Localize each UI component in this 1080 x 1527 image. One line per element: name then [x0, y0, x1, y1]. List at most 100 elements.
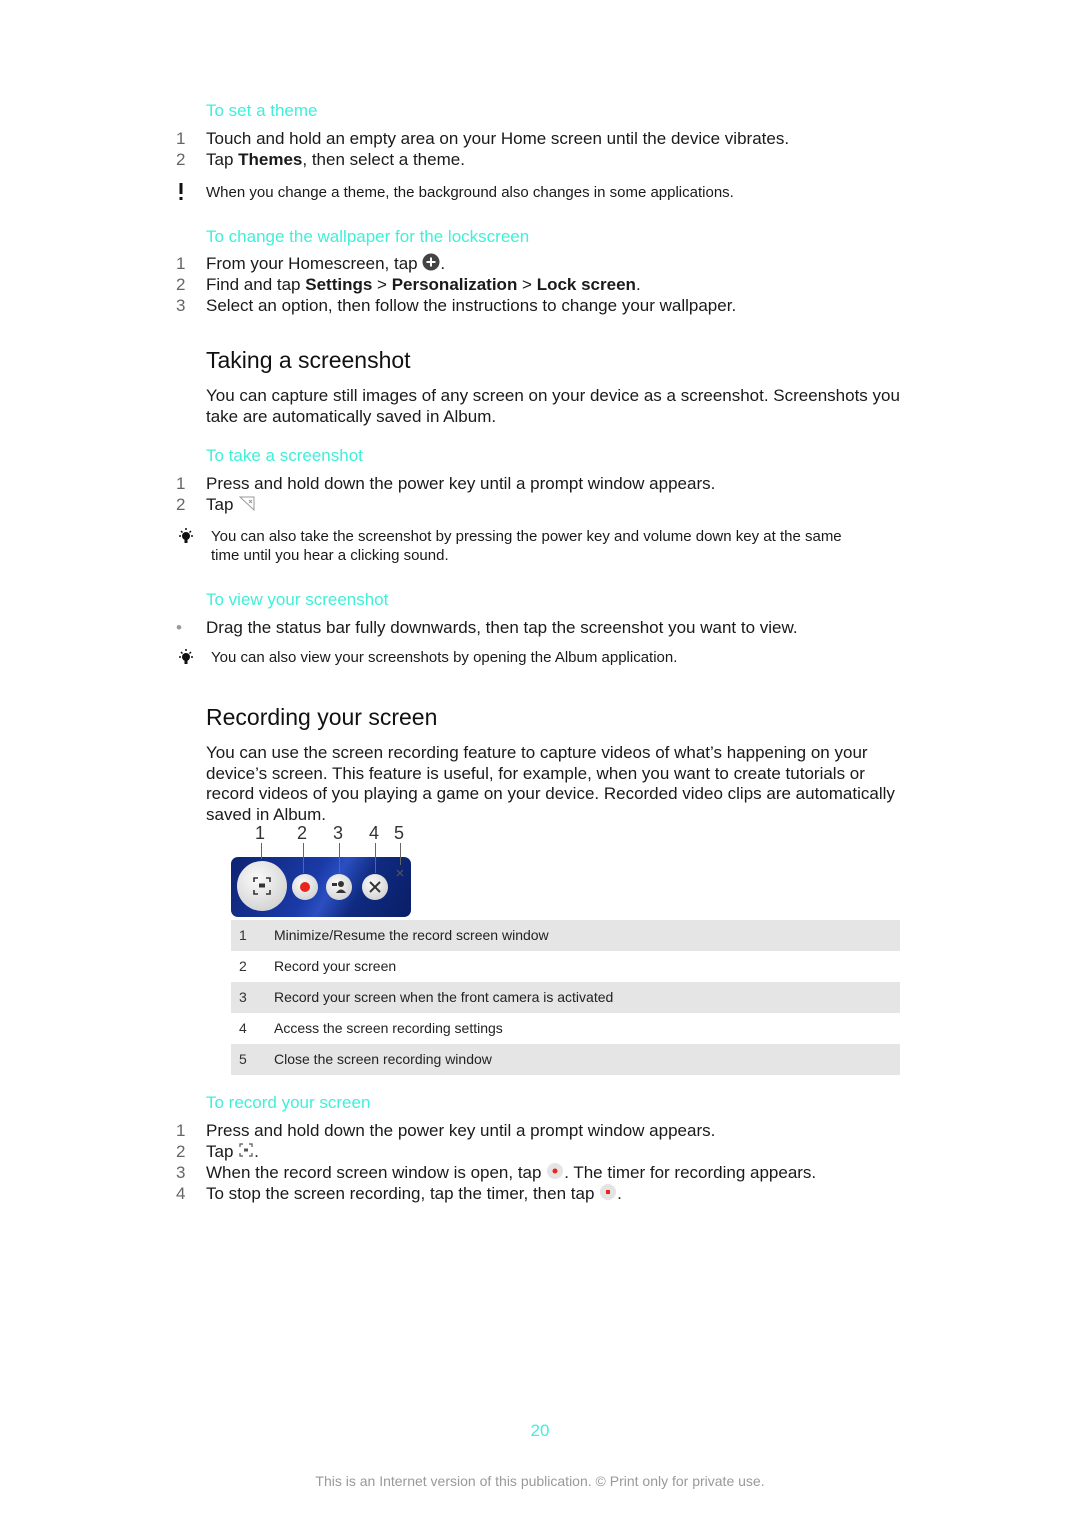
step-number: 3: [176, 1163, 186, 1182]
step-number: 2: [176, 1142, 186, 1161]
note-text: You can also take the screenshot by pres…: [211, 528, 842, 564]
legend-number: 3: [239, 989, 247, 1005]
step-text: When the record screen window is open, t…: [206, 1163, 547, 1182]
callout-number: 5: [394, 823, 405, 843]
step-text: Tap: [206, 495, 239, 514]
step-item: 2 Tap: [176, 494, 256, 517]
step-number: 1: [176, 1121, 186, 1140]
screenshot-icon: [238, 494, 256, 517]
step-item: 2 Find and tap Settings > Personalization…: [176, 274, 641, 295]
step-text: , then select a theme.: [302, 150, 465, 169]
bullet: •: [176, 618, 182, 637]
intro-paragraph: You can capture still images of any scre…: [206, 386, 900, 426]
step-number: 4: [176, 1184, 186, 1203]
step-number: 2: [176, 495, 186, 514]
tools-icon: [369, 881, 381, 893]
step-number: 2: [176, 150, 186, 169]
step-number: 1: [176, 254, 186, 273]
legend-number: 1: [239, 927, 247, 943]
step-item: 1 Press and hold down the power key until…: [176, 473, 715, 494]
note-text: When you change a theme, the background …: [206, 184, 734, 201]
tip-note: You can also take the screenshot by pres…: [176, 527, 896, 567]
ui-term-lock-screen: Lock screen: [536, 275, 636, 294]
recording-settings-button[interactable]: [362, 874, 388, 900]
legend-number: 2: [239, 958, 247, 974]
stop-icon: [599, 1183, 617, 1206]
step-text: .: [617, 1184, 622, 1203]
ui-term-personalization: Personalization: [391, 275, 518, 294]
legend-text: Minimize/Resume the record screen window: [274, 927, 549, 943]
subheading-record-screen: To record your screen: [206, 1093, 371, 1112]
step-text: Tap: [206, 150, 239, 169]
step-item: 1 Touch and hold an empty area on your Ho…: [176, 128, 789, 149]
callout-number: 2: [297, 823, 308, 843]
subheading-wallpaper: To change the wallpaper for the lockscre…: [206, 227, 530, 246]
step-text: To stop the screen recording, tap the ti…: [206, 1184, 600, 1203]
note-text: You can also view your screenshots by op…: [211, 649, 678, 666]
footer-notice: This is an Internet version of this publ…: [315, 1473, 765, 1489]
step-text: . The timer for recording appears.: [564, 1163, 817, 1182]
legend-number: 4: [239, 1020, 247, 1036]
legend-text: Access the screen recording settings: [274, 1020, 503, 1036]
front-camera-icon: [332, 881, 346, 893]
intro-paragraph: You can use the screen recording feature…: [206, 743, 895, 824]
step-number: 1: [176, 129, 186, 148]
exclamation-icon: [176, 183, 200, 208]
page-number: 20: [530, 1421, 550, 1440]
legend-row: 1 Minimize/Resume the record screen windo…: [231, 920, 900, 951]
step-text: Tap: [206, 1142, 239, 1161]
legend-row: 2 Record your screen: [231, 951, 900, 982]
subheading-take-screenshot: To take a screenshot: [206, 446, 363, 465]
bullet-item: • Drag the status bar fully downwards, th…: [176, 617, 798, 638]
step-item: 2 Tap .: [176, 1141, 259, 1163]
callout-number: 1: [255, 823, 266, 843]
ui-term-settings: Settings: [305, 275, 373, 294]
step-item: 1 From your Homescreen, tap .: [176, 253, 445, 276]
minimize-resume-button[interactable]: [237, 861, 287, 911]
step-number: 2: [176, 275, 186, 294]
legend-text: Record your screen: [274, 958, 397, 974]
legend-row: 5 Close the screen recording window: [231, 1044, 900, 1075]
step-number: 3: [176, 296, 186, 315]
screen-record-icon: [253, 877, 271, 895]
step-text: .: [635, 275, 641, 294]
step-text: Select an option, then follow the instru…: [206, 296, 737, 315]
step-item: 3 Select an option, then follow the instr…: [176, 295, 736, 316]
close-icon: [396, 869, 404, 877]
record-button[interactable]: [292, 874, 318, 900]
separator: >: [517, 275, 537, 294]
step-text: Press and hold down the power key until …: [206, 474, 716, 493]
subheading-set-theme: To set a theme: [206, 101, 318, 120]
lightbulb-icon: [176, 648, 200, 673]
callout-number: 4: [369, 823, 380, 843]
step-item: 3 When the record screen window is open, …: [176, 1162, 816, 1185]
lightbulb-icon: [176, 527, 200, 552]
step-number: 1: [176, 474, 186, 493]
separator: >: [372, 275, 392, 294]
step-text: Touch and hold an empty area on your Hom…: [206, 129, 790, 148]
step-text: .: [440, 254, 446, 273]
subheading-view-screenshot: To view your screenshot: [206, 590, 389, 609]
legend-row: 3 Record your screen when the front camer…: [231, 982, 900, 1013]
legend-text: Record your screen when the front camera…: [274, 989, 614, 1005]
section-title-recording: Recording your screen: [206, 704, 438, 730]
step-text: From your Homescreen, tap: [206, 254, 423, 273]
screen-record-icon: [238, 1142, 254, 1163]
step-item: 4 To stop the screen recording, tap the t…: [176, 1183, 622, 1206]
step-item: 1 Press and hold down the power key until…: [176, 1120, 715, 1141]
step-text: Drag the status bar fully downwards, the…: [206, 618, 798, 637]
step-item: 2 Tap Themes, then select a theme.: [176, 149, 465, 170]
record-dot-icon: [546, 1162, 564, 1185]
record-dot-icon: [300, 882, 310, 892]
legend-text: Close the screen recording window: [274, 1051, 492, 1067]
app-screen-icon: [422, 253, 440, 276]
legend-number: 5: [239, 1051, 247, 1067]
section-title-screenshot: Taking a screenshot: [206, 347, 411, 373]
callout-number: 3: [333, 823, 344, 843]
step-text: Press and hold down the power key until …: [206, 1121, 716, 1140]
front-camera-record-button[interactable]: [326, 874, 352, 900]
step-text: Find and tap: [206, 275, 306, 294]
step-text: .: [254, 1142, 259, 1161]
close-panel-button[interactable]: [395, 865, 405, 877]
ui-term-themes: Themes: [238, 150, 303, 169]
